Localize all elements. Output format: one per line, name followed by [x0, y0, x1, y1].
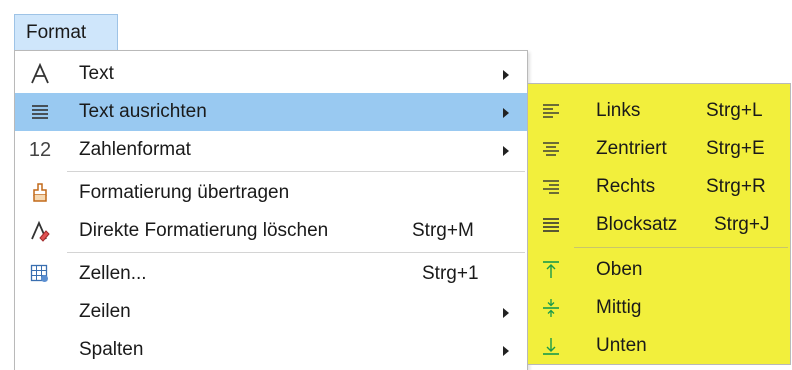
menu-item-text-label: Text — [79, 63, 114, 84]
submenu-item-mittig[interactable]: Mittig — [528, 289, 790, 327]
submenu-item-zentriert[interactable]: Zentriert Strg+E — [528, 130, 790, 168]
clear-formatting-icon — [15, 212, 65, 250]
format-menu: Text Text ausrichten 12 Zahlenformat For… — [14, 50, 528, 370]
empty-icon-slot — [15, 331, 65, 369]
menu-item-zellen[interactable]: Zellen... Strg+1 — [15, 255, 527, 293]
menu-item-direkte-formatierung-loeschen[interactable]: Direkte Formatierung löschen Strg+M — [15, 212, 527, 250]
submenu-arrow-icon — [503, 308, 509, 318]
submenu-item-blocksatz[interactable]: Blocksatz Strg+J — [528, 206, 790, 244]
text-ausrichten-submenu: Links Strg+L Zentriert Strg+E Rechts Str… — [527, 83, 791, 365]
align-left-icon — [532, 92, 570, 130]
menubar-format-label: Format — [26, 22, 87, 43]
submenu-item-mittig-label: Mittig — [596, 297, 642, 318]
submenu-arrow-icon — [503, 108, 509, 118]
submenu-separator — [574, 247, 788, 248]
menu-item-zahlenformat-label: Zahlenformat — [79, 139, 191, 160]
align-right-icon — [532, 168, 570, 206]
align-top-icon — [532, 251, 570, 289]
submenu-item-blocksatz-label: Blocksatz — [596, 214, 678, 235]
submenu-item-oben-label: Oben — [596, 259, 643, 280]
number-format-icon: 12 — [28, 138, 52, 161]
menubar-format[interactable]: Format — [14, 14, 118, 50]
align-justify-icon — [532, 206, 570, 244]
submenu-item-rechts-label: Rechts — [596, 176, 656, 197]
submenu-item-rechts[interactable]: Rechts Strg+R — [528, 168, 790, 206]
align-center-icon — [532, 130, 570, 168]
shortcut-label: Strg+J — [714, 214, 770, 235]
submenu-item-links-label: Links — [596, 100, 641, 121]
empty-icon-slot — [15, 293, 65, 331]
menu-item-zellen-label: Zellen... — [79, 263, 147, 284]
menu-item-formatierung-uebertragen[interactable]: Formatierung übertragen — [15, 174, 527, 212]
menu-item-formatierung-uebertragen-label: Formatierung übertragen — [79, 182, 290, 203]
menu-item-zeilen[interactable]: Zeilen — [15, 293, 527, 331]
menu-separator — [67, 252, 525, 253]
menu-item-direkte-formatierung-loeschen-label: Direkte Formatierung löschen — [79, 220, 329, 241]
menu-item-zahlenformat[interactable]: 12 Zahlenformat — [15, 131, 527, 169]
shortcut-label: Strg+M — [412, 220, 474, 241]
shortcut-label: Strg+E — [706, 138, 765, 159]
menu-item-text-ausrichten-label: Text ausrichten — [79, 101, 207, 122]
menu-item-spalten-label: Spalten — [79, 339, 144, 360]
shortcut-label: Strg+1 — [422, 263, 479, 284]
align-icon — [15, 93, 65, 131]
submenu-arrow-icon — [503, 70, 509, 80]
align-bottom-icon — [532, 327, 570, 365]
cells-icon — [15, 255, 65, 293]
submenu-item-links[interactable]: Links Strg+L — [528, 92, 790, 130]
menu-separator — [67, 171, 525, 172]
text-a-icon — [15, 55, 65, 93]
submenu-item-oben[interactable]: Oben — [528, 251, 790, 289]
submenu-item-zentriert-label: Zentriert — [596, 138, 667, 159]
menu-item-text-ausrichten[interactable]: Text ausrichten — [15, 93, 527, 131]
shortcut-label: Strg+L — [706, 100, 763, 121]
menu-item-zeilen-label: Zeilen — [79, 301, 131, 322]
menu-item-spalten[interactable]: Spalten — [15, 331, 527, 369]
submenu-arrow-icon — [503, 146, 509, 156]
submenu-arrow-icon — [503, 346, 509, 356]
submenu-item-unten-label: Unten — [596, 335, 647, 356]
align-middle-icon — [532, 289, 570, 327]
menu-item-text[interactable]: Text — [15, 55, 527, 93]
shortcut-label: Strg+R — [706, 176, 766, 197]
paintbrush-icon — [15, 174, 65, 212]
submenu-item-unten[interactable]: Unten — [528, 327, 790, 365]
